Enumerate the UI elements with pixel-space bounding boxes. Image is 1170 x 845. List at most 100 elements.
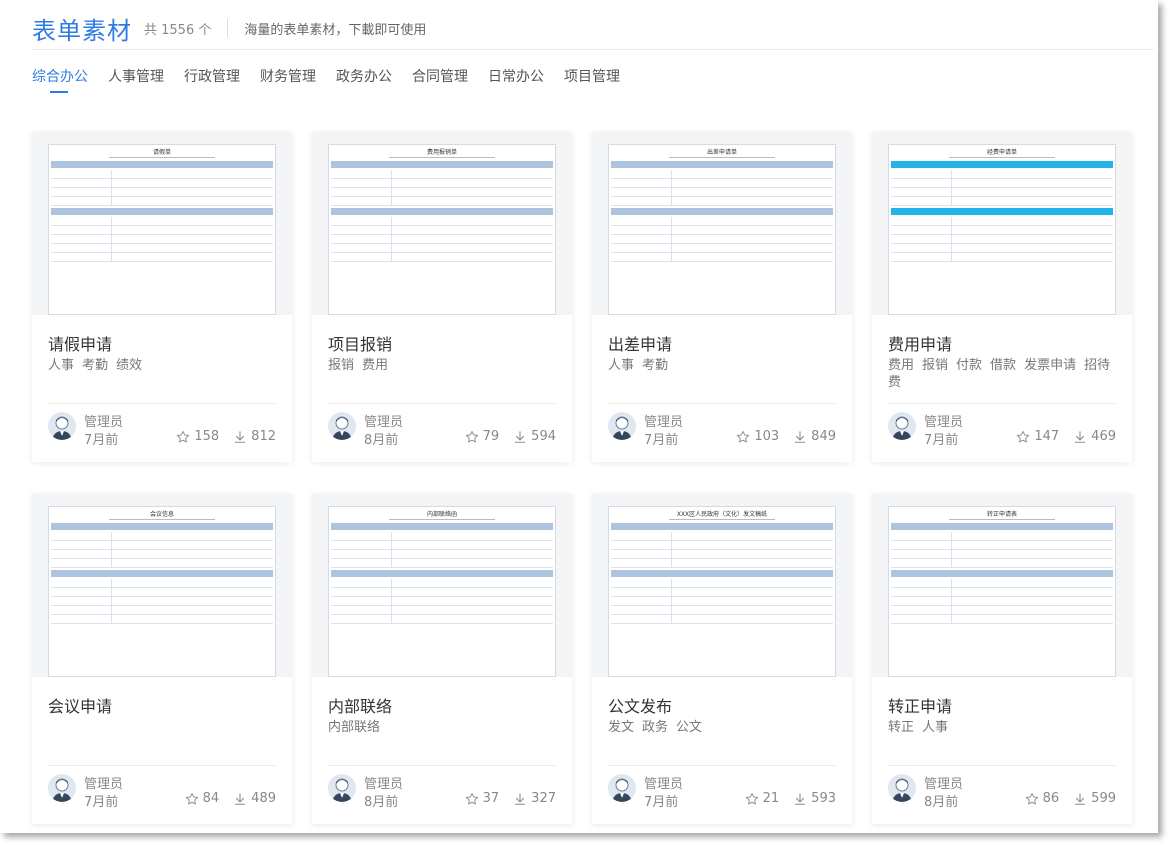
card-divider — [888, 765, 1116, 766]
card-title[interactable]: 内部联络 — [328, 693, 392, 717]
template-card[interactable]: 会议信息 会议申请 管理员 7月前 84 489 — [32, 494, 292, 824]
author-name[interactable]: 管理员 — [644, 411, 683, 430]
template-card[interactable]: 请假单 请假申请 人事 考勤 绩效 管理员 7月前 158 812 — [32, 132, 292, 462]
template-card[interactable]: 转正申请表 转正申请 转正 人事 管理员 8月前 86 599 — [872, 494, 1132, 824]
star-count: 158 — [194, 429, 220, 444]
tag[interactable]: 人事 — [48, 358, 74, 373]
author-name[interactable]: 管理员 — [924, 411, 963, 430]
tag[interactable]: 公文 — [676, 720, 702, 735]
card-title[interactable]: 公文发布 — [608, 693, 672, 717]
preview-row — [51, 217, 273, 226]
tag[interactable]: 政务 — [642, 720, 668, 735]
tab-项目管理[interactable]: 项目管理 — [564, 66, 620, 90]
download-button[interactable]: 489 — [233, 791, 276, 806]
download-button[interactable]: 594 — [513, 429, 556, 444]
star-button[interactable]: 86 — [1025, 791, 1059, 806]
card-title[interactable]: 费用申请 — [888, 331, 952, 355]
tag[interactable]: 发票申请 — [1024, 358, 1076, 373]
download-button[interactable]: 812 — [233, 429, 276, 444]
card-tags: 费用 报销 付款 借款 发票申请 招待费 — [888, 357, 1116, 391]
download-count: 594 — [531, 429, 556, 444]
tag[interactable]: 借款 — [990, 358, 1016, 373]
tag[interactable]: 费用 — [362, 358, 388, 373]
form-preview-thumbnail[interactable]: 转正申请表 — [872, 494, 1132, 677]
form-preview-thumbnail[interactable]: 会议信息 — [32, 494, 292, 677]
tab-合同管理[interactable]: 合同管理 — [412, 66, 468, 90]
template-card[interactable]: 费用报销单 项目报销 报销 费用 管理员 8月前 79 594 — [312, 132, 572, 462]
star-count: 147 — [1034, 429, 1060, 444]
star-count: 79 — [482, 429, 500, 444]
card-title[interactable]: 会议申请 — [48, 693, 112, 717]
author-name[interactable]: 管理员 — [364, 773, 403, 792]
preview-band — [611, 523, 833, 530]
tag[interactable]: 考勤 — [82, 358, 108, 373]
preview-row — [611, 235, 833, 244]
form-preview-thumbnail[interactable]: 出差申请单 — [592, 132, 852, 315]
material-count: 共 1556 个 — [144, 22, 212, 38]
author-name[interactable]: 管理员 — [924, 773, 963, 792]
author-name[interactable]: 管理员 — [644, 773, 683, 792]
preview-row — [891, 197, 1113, 206]
form-preview-thumbnail[interactable]: 请假单 — [32, 132, 292, 315]
card-title[interactable]: 请假申请 — [48, 331, 112, 355]
download-button[interactable]: 327 — [513, 791, 556, 806]
star-button[interactable]: 21 — [745, 791, 780, 806]
template-card[interactable]: 出差申请单 出差申请 人事 考勤 管理员 7月前 103 849 — [592, 132, 852, 462]
star-button[interactable]: 84 — [185, 791, 219, 806]
author-name[interactable]: 管理员 — [84, 773, 123, 792]
star-button[interactable]: 158 — [176, 429, 219, 444]
tag[interactable]: 转正 — [888, 720, 914, 735]
download-button[interactable]: 599 — [1073, 791, 1116, 806]
tag[interactable]: 发文 — [608, 720, 634, 735]
star-count: 21 — [762, 791, 780, 806]
form-preview-thumbnail[interactable]: 内部联络函 — [312, 494, 572, 677]
tab-财务管理[interactable]: 财务管理 — [260, 66, 316, 90]
preview-row — [611, 579, 833, 588]
tab-综合办公[interactable]: 综合办公 — [32, 66, 88, 93]
preview-row — [51, 615, 273, 624]
form-preview-thumbnail[interactable]: 费用报销单 — [312, 132, 572, 315]
template-card[interactable]: XXX区人民政府（文化）发文稿纸 公文发布 发文 政务 公文 管理员 7月前 2… — [592, 494, 852, 824]
tag[interactable]: 人事 — [922, 720, 948, 735]
tag[interactable]: 报销 — [922, 358, 948, 373]
tab-人事管理[interactable]: 人事管理 — [108, 66, 164, 90]
form-preview-thumbnail[interactable]: XXX区人民政府（文化）发文稿纸 — [592, 494, 852, 677]
preview-row — [51, 597, 273, 606]
preview-row — [51, 606, 273, 615]
form-preview-thumbnail[interactable]: 经费申请单 — [872, 132, 1132, 315]
card-tags: 内部联络 — [328, 719, 556, 736]
star-button[interactable]: 37 — [465, 791, 499, 806]
card-title[interactable]: 项目报销 — [328, 331, 392, 355]
card-stats: 21 593 — [731, 791, 836, 806]
tag[interactable]: 付款 — [956, 358, 982, 373]
download-button[interactable]: 469 — [1073, 429, 1116, 444]
card-grid: 请假单 请假申请 人事 考勤 绩效 管理员 7月前 158 812 费用报销单 … — [32, 132, 1132, 824]
download-count: 812 — [251, 429, 276, 444]
tab-政务办公[interactable]: 政务办公 — [336, 66, 392, 90]
star-button[interactable]: 103 — [736, 429, 779, 444]
tag[interactable]: 费用 — [888, 358, 914, 373]
tag[interactable]: 报销 — [328, 358, 354, 373]
preview-row — [51, 550, 273, 559]
preview-row — [891, 597, 1113, 606]
template-card[interactable]: 内部联络函 内部联络 内部联络 管理员 8月前 37 327 — [312, 494, 572, 824]
card-title[interactable]: 转正申请 — [888, 693, 952, 717]
star-button[interactable]: 79 — [465, 429, 500, 444]
star-button[interactable]: 147 — [1016, 429, 1059, 444]
preview-row — [331, 615, 553, 624]
template-card[interactable]: 经费申请单 费用申请 费用 报销 付款 借款 发票申请 招待费 管理员 7月前 … — [872, 132, 1132, 462]
publish-time: 8月前 — [924, 795, 959, 810]
tag[interactable]: 绩效 — [116, 358, 142, 373]
star-icon — [177, 430, 190, 442]
tab-日常办公[interactable]: 日常办公 — [488, 66, 544, 90]
author-name[interactable]: 管理员 — [364, 411, 403, 430]
tag[interactable]: 内部联络 — [328, 720, 380, 735]
tab-行政管理[interactable]: 行政管理 — [184, 66, 240, 90]
tag[interactable]: 考勤 — [642, 358, 668, 373]
card-title[interactable]: 出差申请 — [608, 331, 672, 355]
tag[interactable]: 人事 — [608, 358, 634, 373]
author-name[interactable]: 管理员 — [84, 411, 123, 430]
download-button[interactable]: 593 — [793, 791, 836, 806]
download-button[interactable]: 849 — [793, 429, 836, 444]
user-avatar-icon — [52, 778, 72, 802]
